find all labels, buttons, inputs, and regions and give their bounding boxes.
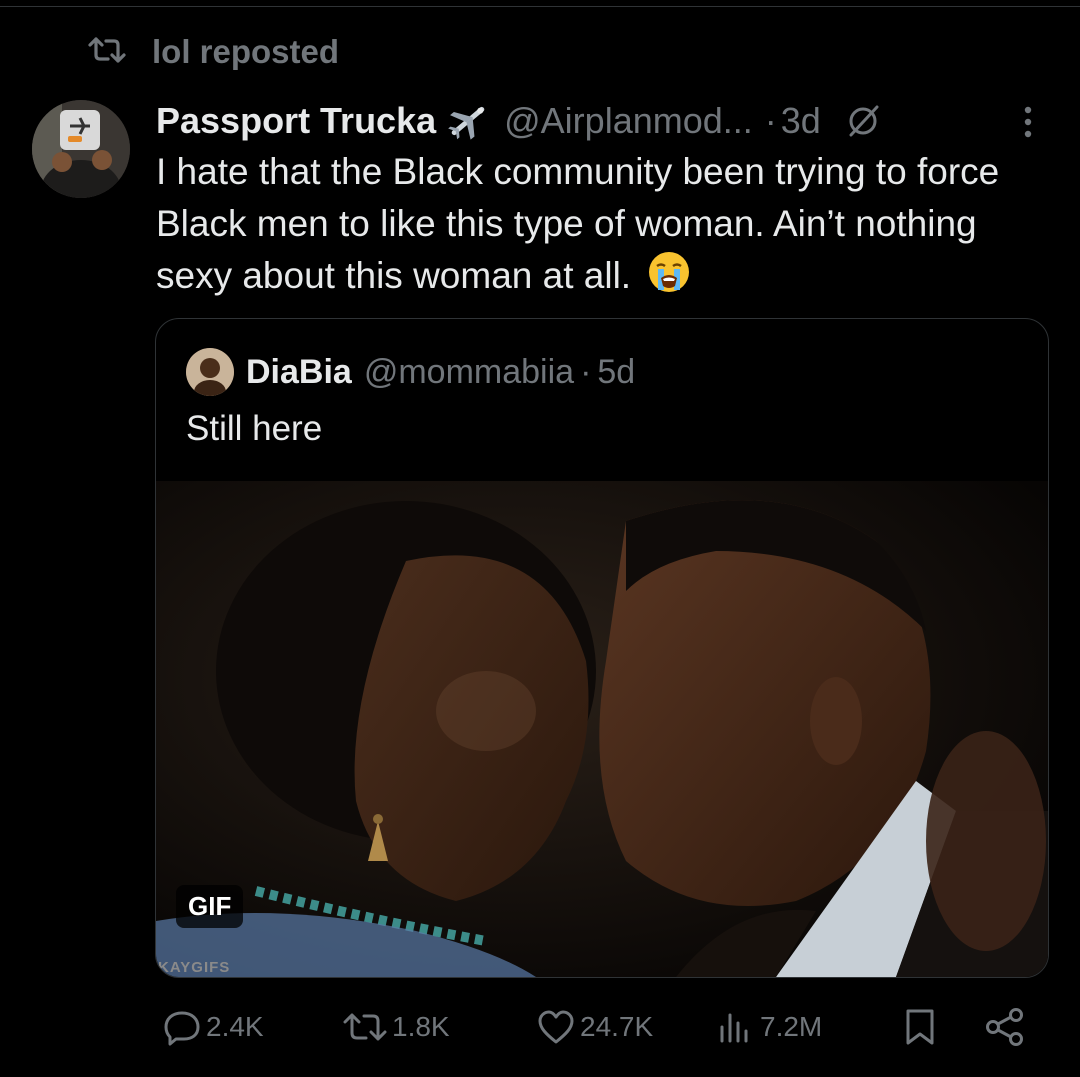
reply-button[interactable]: 2.4K: [162, 1002, 264, 1052]
like-button[interactable]: 24.7K: [536, 1002, 653, 1052]
quote-gif-media[interactable]: [156, 481, 1048, 977]
reply-count: 2.4K: [206, 1011, 264, 1042]
repost-button[interactable]: 1.8K: [342, 1002, 450, 1052]
quote-author-handle: @mommabiia: [363, 352, 575, 391]
media-watermark: KAYGIFS: [158, 959, 231, 976]
separator-dot: ·: [764, 100, 777, 141]
bookmark-icon: [906, 1009, 934, 1045]
repost-context[interactable]: lol reposted: [88, 32, 339, 72]
quoted-tweet[interactable]: DiaBia @mommabiia · 5d Still here GIF KA…: [155, 318, 1049, 978]
repost-action-icon: [343, 1013, 387, 1041]
share-button[interactable]: [984, 1002, 1030, 1052]
tweet-time[interactable]: 3d: [781, 100, 821, 142]
quote-header: DiaBia @mommabiia · 5d: [186, 348, 636, 396]
crying-face-emoji-icon: [647, 250, 691, 308]
like-count: 24.7K: [580, 1011, 654, 1042]
tweet-header: Passport Trucka @Airplanmod... · 3d: [156, 96, 1056, 146]
views-count: 7.2M: [760, 1011, 823, 1042]
quote-author-name: DiaBia: [246, 352, 352, 391]
quote-author-avatar: [186, 348, 234, 396]
heart-icon: [538, 1010, 574, 1044]
quote-separator-dot: ·: [580, 352, 592, 391]
bookmark-button[interactable]: [900, 1002, 944, 1052]
grok-icon[interactable]: [845, 103, 881, 139]
author-name[interactable]: Passport Trucka: [156, 100, 436, 142]
quote-text: Still here: [186, 409, 323, 448]
reply-icon: [164, 1011, 200, 1046]
share-icon: [986, 1008, 1023, 1046]
tweet-text-content: I hate that the Black community been try…: [156, 151, 1000, 296]
repost-label: lol reposted: [152, 33, 340, 70]
views-chart-icon: [720, 1013, 748, 1043]
tweet-text: I hate that the Black community been try…: [156, 146, 1056, 308]
airplane-icon: [446, 101, 490, 141]
gif-badge: GIF: [176, 885, 244, 928]
top-divider: [0, 6, 1080, 7]
views-button[interactable]: 7.2M: [716, 1002, 822, 1052]
repost-icon: [88, 35, 126, 70]
tweet-actions-bar: 2.4K 1.8K 24.7K 7.2M: [0, 1002, 1080, 1052]
repost-count: 1.8K: [392, 1011, 450, 1042]
author-handle[interactable]: @Airplanmod...: [504, 100, 753, 142]
quote-time: 5d: [597, 352, 636, 391]
more-options-icon[interactable]: [1016, 102, 1040, 142]
author-avatar[interactable]: [32, 100, 130, 198]
